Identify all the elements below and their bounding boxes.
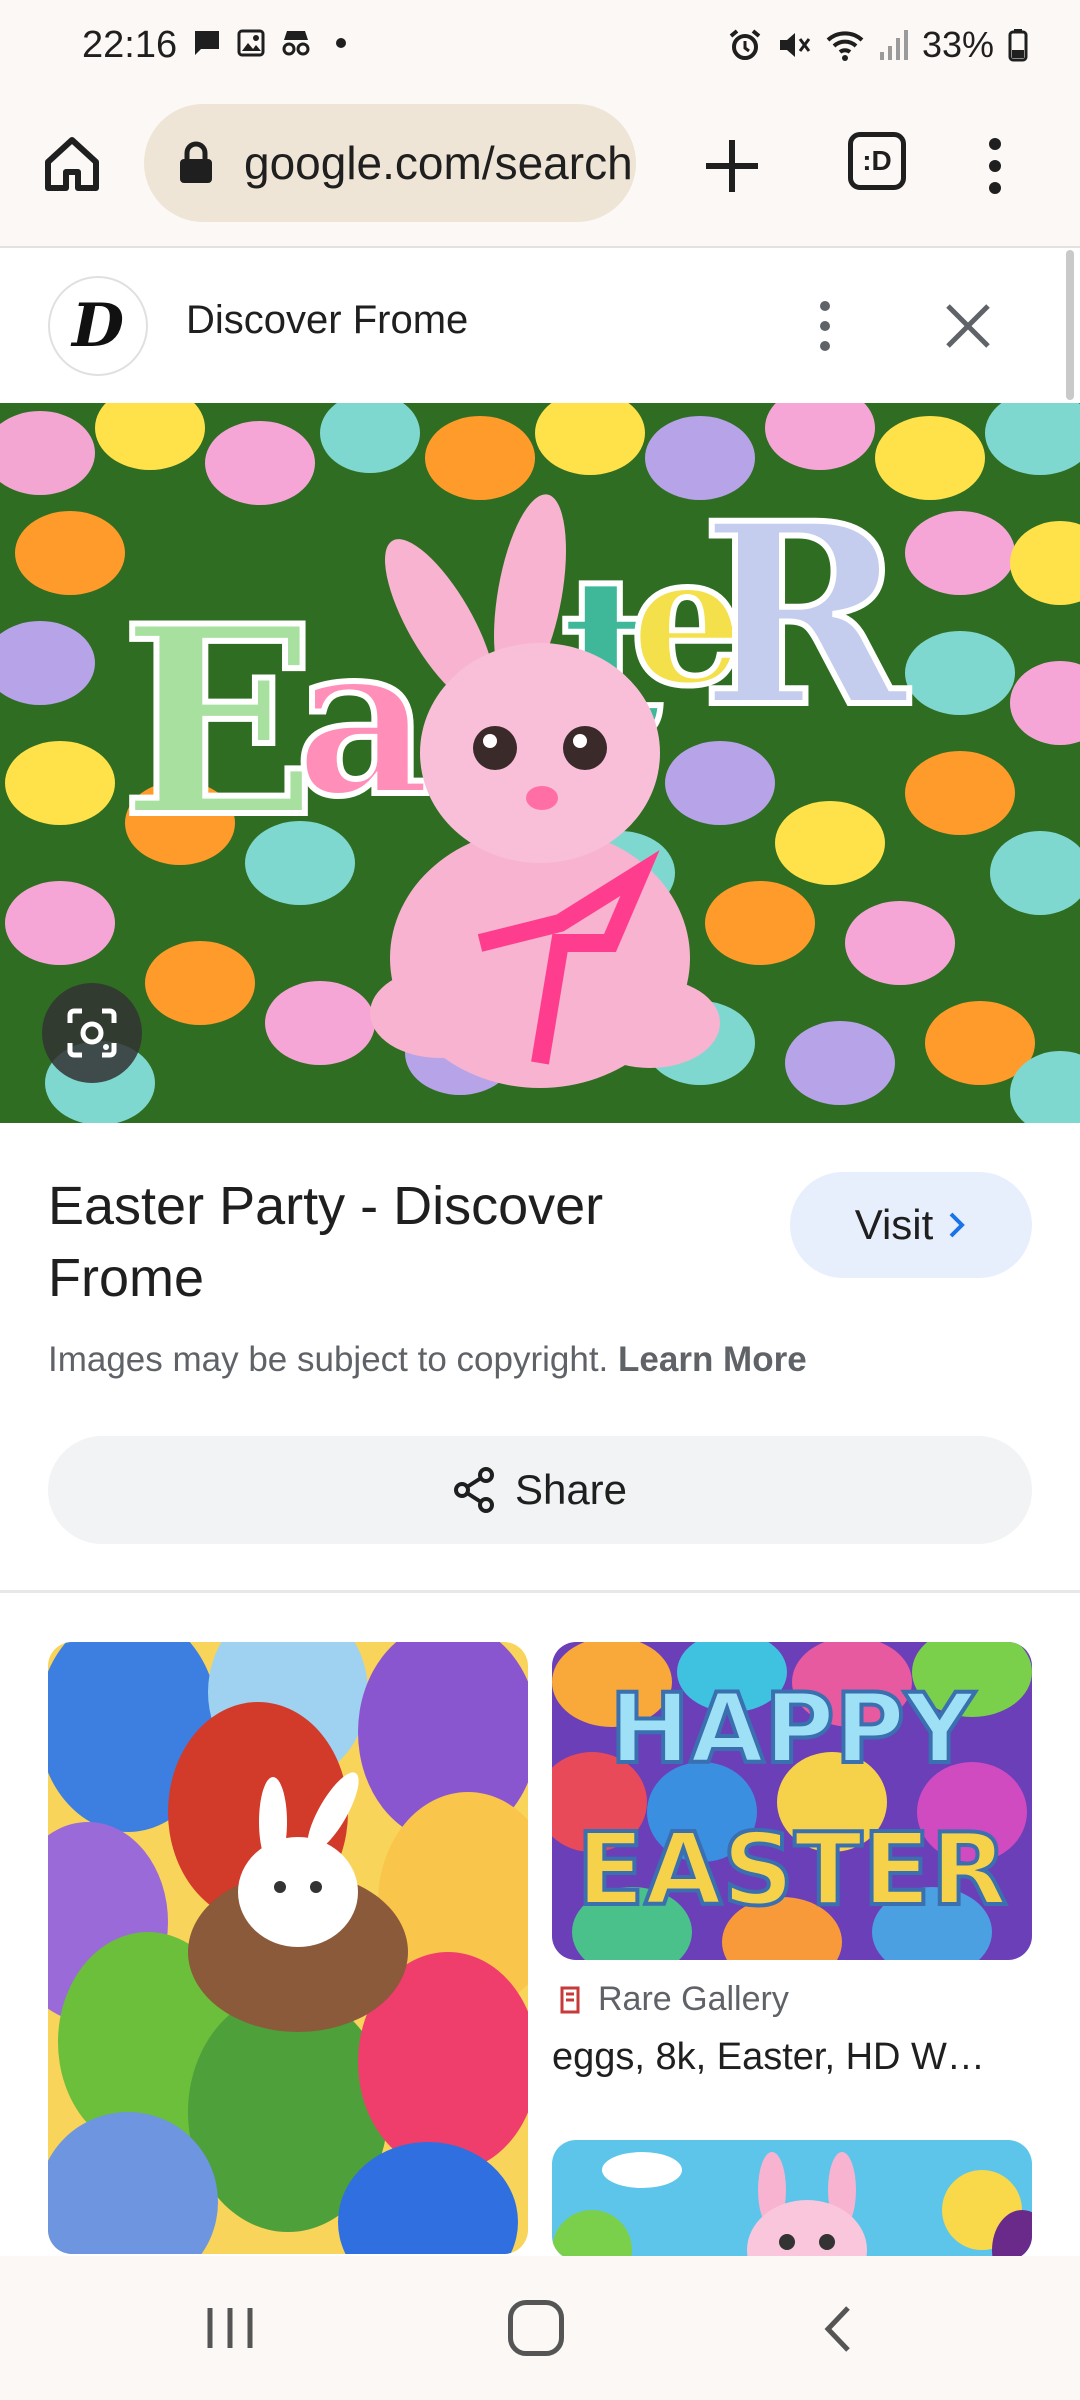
easter-image: E a s t e R <box>0 403 1080 1123</box>
google-lens-icon <box>67 1008 117 1058</box>
source-more-icon[interactable] <box>812 296 838 356</box>
signal-icon <box>879 30 908 60</box>
home-nav-icon[interactable] <box>508 2300 564 2356</box>
new-tab-icon[interactable] <box>700 134 764 198</box>
tab-switcher-button[interactable]: :D <box>848 132 906 190</box>
related-source[interactable]: Rare Gallery <box>556 1980 789 2019</box>
notification-icons <box>192 28 356 58</box>
related-title[interactable]: eggs, 8k, Easter, HD W… <box>552 2036 985 2079</box>
happy-text: HAPPY <box>610 1673 976 1785</box>
related-image-happy-easter: HAPPY EASTER <box>552 1642 1032 1960</box>
tab-indicator: :D <box>862 145 892 176</box>
site-name: Discover Frome <box>186 298 469 342</box>
browser-toolbar: google.com/search :D <box>0 96 1080 248</box>
share-icon <box>453 1467 494 1513</box>
lock-icon <box>180 141 212 183</box>
wifi-icon <box>826 31 864 61</box>
lens-button[interactable] <box>42 983 142 1083</box>
copyright-notice: Images may be subject to copyright. Lear… <box>48 1340 807 1380</box>
source-header: D Discover Frome <box>0 248 1080 403</box>
address-bar[interactable]: google.com/search <box>144 104 636 222</box>
related-image-card[interactable]: HAPPY EASTER <box>552 1642 1032 1960</box>
more-options-icon[interactable] <box>980 136 1010 196</box>
source-name: Rare Gallery <box>598 1980 789 2018</box>
easter-text: EASTER <box>576 1811 1007 1928</box>
logo-letter: D <box>71 291 125 361</box>
related-image-bunny-eggs <box>48 1642 528 2254</box>
status-bar: 22:16 33% <box>0 0 1080 96</box>
share-label: Share <box>514 1466 628 1513</box>
related-image-card[interactable] <box>552 2140 1032 2260</box>
alarm-icon <box>729 29 761 60</box>
copyright-text: Images may be subject to copyright. <box>48 1340 609 1379</box>
close-icon[interactable] <box>940 298 996 354</box>
scrollbar[interactable] <box>1066 250 1074 400</box>
status-time: 22:16 <box>82 24 178 66</box>
site-logo: D <box>48 276 148 376</box>
dot-icon <box>336 38 346 48</box>
system-status: 33% <box>728 24 1028 66</box>
related-image-bunny-sky <box>552 2140 1032 2260</box>
learn-more-link[interactable]: Learn More <box>618 1340 807 1379</box>
url-text: google.com/search <box>244 137 633 189</box>
related-image-card[interactable] <box>48 1642 528 2254</box>
back-icon[interactable] <box>818 2304 858 2354</box>
visit-label: Visit <box>854 1201 934 1248</box>
share-button[interactable]: Share <box>48 1436 1032 1544</box>
incognito-icon <box>282 31 310 56</box>
system-nav-bar <box>0 2256 1080 2400</box>
mute-icon <box>779 33 811 57</box>
battery-icon <box>1008 29 1028 62</box>
result-title: Easter Party - Discover Frome <box>48 1176 604 1308</box>
letter-e: E <box>120 570 318 875</box>
visit-button[interactable]: Visit <box>790 1172 1032 1278</box>
recent-apps-icon[interactable] <box>204 2304 256 2352</box>
chevron-right-icon <box>949 1212 966 1238</box>
chat-icon <box>195 31 219 55</box>
main-image[interactable]: E a s t e R <box>0 403 1080 1123</box>
home-icon[interactable] <box>40 132 104 196</box>
section-divider <box>0 1590 1080 1593</box>
letter-r: R <box>700 468 910 762</box>
gallery-icon <box>237 29 265 57</box>
favicon-icon <box>560 1986 580 2013</box>
battery-percent: 33% <box>921 24 994 65</box>
